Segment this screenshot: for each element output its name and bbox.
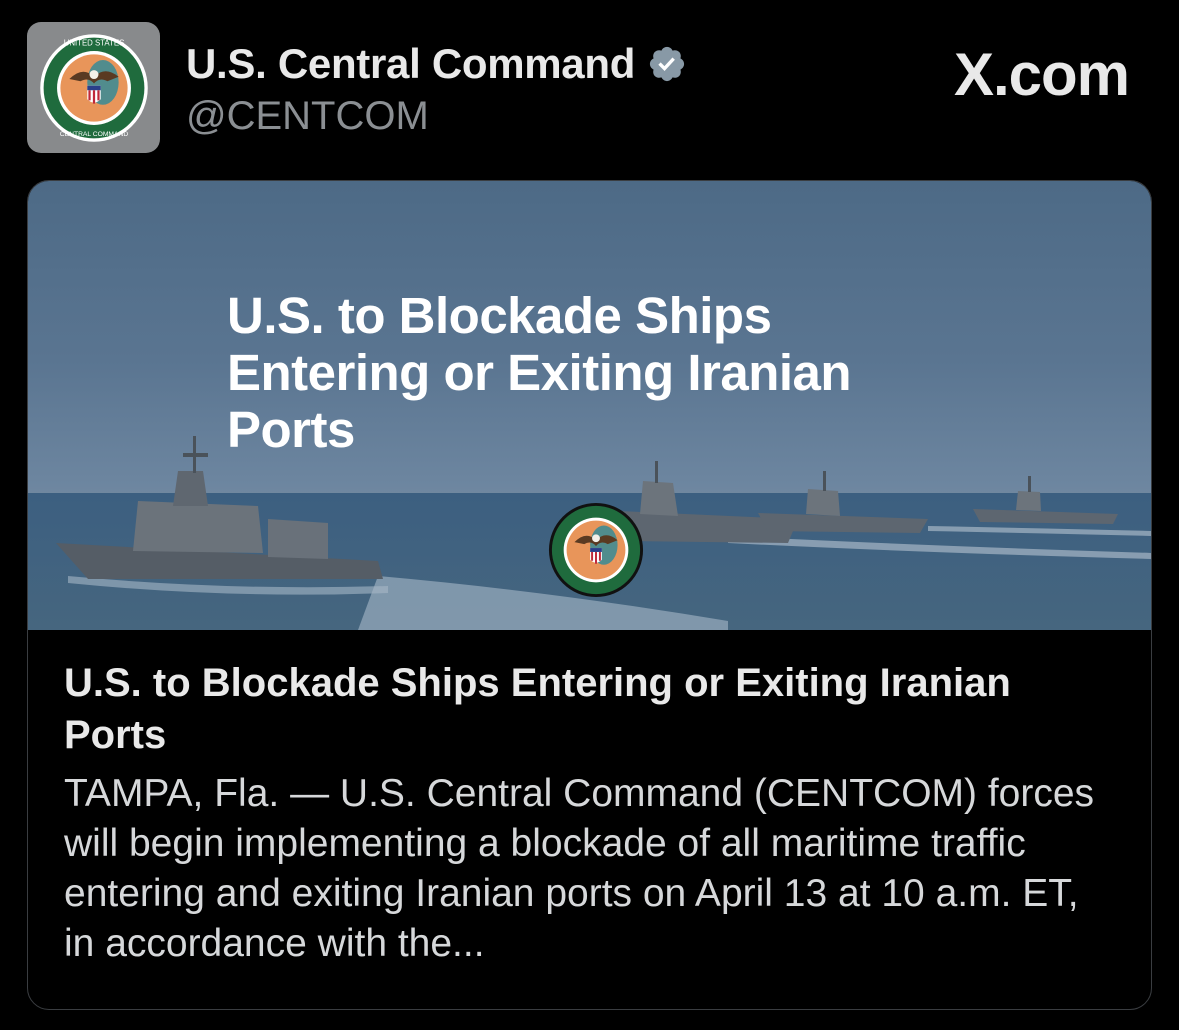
seal-top-text: UNITED STATES (63, 38, 124, 47)
verified-badge-icon (649, 46, 685, 82)
brand-label: X.com (953, 41, 1130, 108)
author-handle[interactable]: @CENTCOM (186, 94, 687, 139)
card-title[interactable]: U.S. to Blockade Ships Entering or Exiti… (64, 657, 1115, 761)
centcom-seal-icon: UNITED STATES CENTRAL COMMAND (39, 33, 148, 142)
card-description: TAMPA, Fla. — U.S. Central Command (CENT… (64, 772, 1095, 965)
card-body: U.S. to Blockade Ships Entering or Exiti… (28, 630, 1151, 969)
author-block: U.S. Central Command @CENTCOM (186, 40, 687, 139)
author-display-name[interactable]: U.S. Central Command (186, 40, 635, 88)
post-screenshot: UNITED STATES CENTRAL COMMAND U.S. Centr… (0, 0, 1179, 1030)
centcom-seal-watermark-icon (548, 502, 644, 598)
avatar[interactable]: UNITED STATES CENTRAL COMMAND (27, 22, 160, 153)
link-card[interactable]: U.S. to Blockade Ships Entering or Exiti… (27, 180, 1152, 1010)
card-image-headline: U.S. to Blockade Ships Entering or Exiti… (227, 287, 852, 458)
card-image[interactable]: U.S. to Blockade Ships Entering or Exiti… (28, 181, 1151, 630)
seal-bottom-text: CENTRAL COMMAND (59, 131, 128, 138)
